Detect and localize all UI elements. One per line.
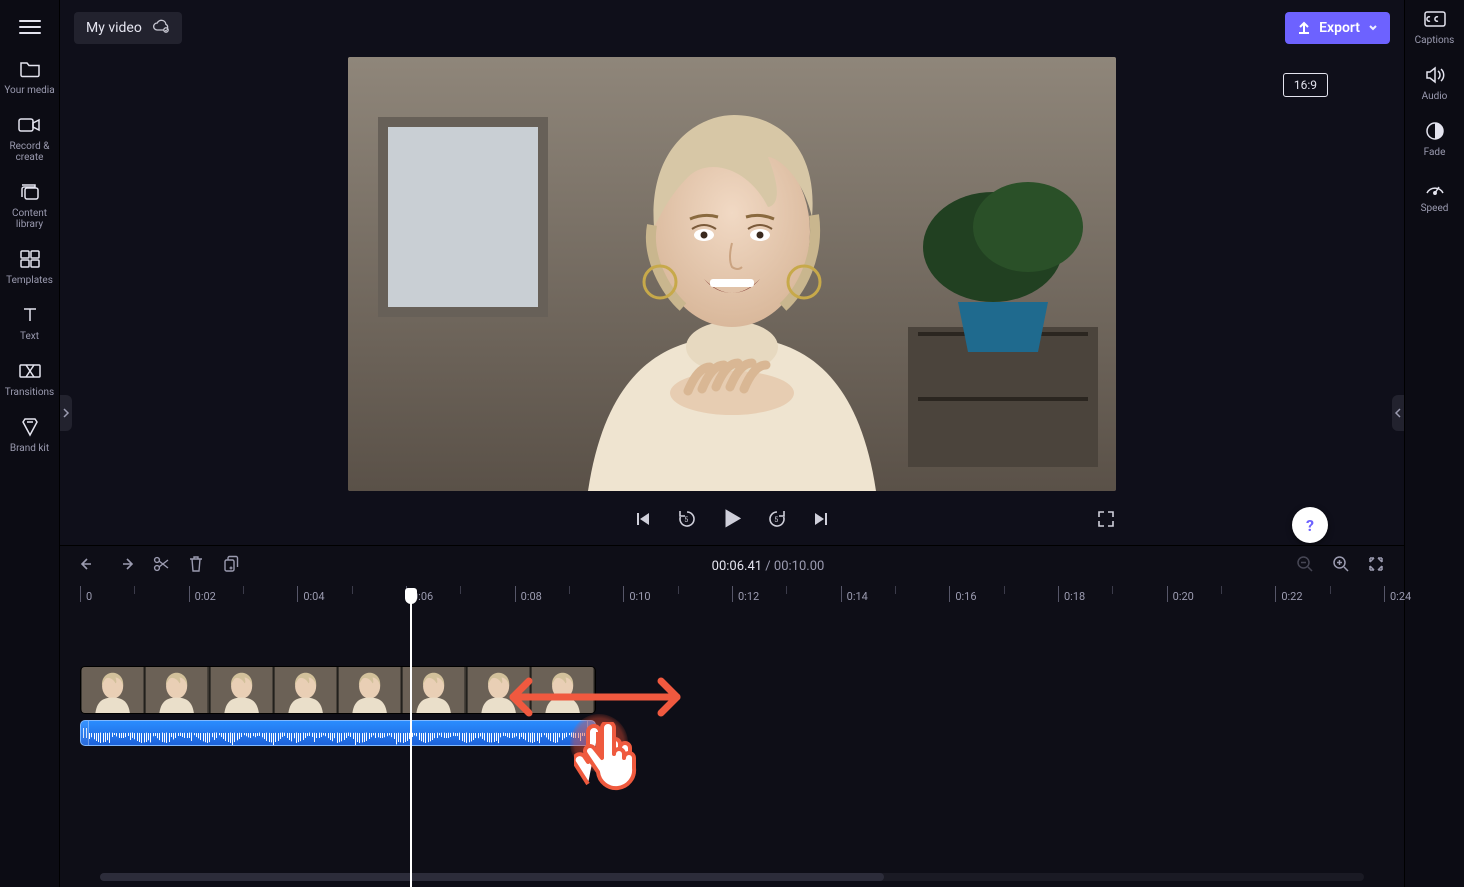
camcorder-icon — [17, 114, 43, 136]
skip-start-icon[interactable] — [632, 509, 652, 533]
duplicate-clip-icon[interactable] — [222, 555, 240, 577]
sidebar-item-label: Transitions — [5, 387, 54, 398]
timecode-display: 00:06.41 / 00:10.00 — [258, 559, 1278, 574]
timeline-h-scrollbar[interactable] — [100, 873, 1364, 881]
sidebar-item-label: Text — [20, 331, 39, 342]
top-bar: My video Export — [60, 0, 1404, 55]
library-icon — [17, 181, 43, 203]
transitions-icon — [17, 360, 43, 382]
text-icon — [17, 304, 43, 326]
sidebar-item-fade[interactable]: Fade — [1405, 120, 1464, 158]
project-title: My video — [86, 20, 142, 36]
folder-icon — [17, 58, 43, 80]
sidebar-item-label: Templates — [6, 275, 53, 286]
redo-icon[interactable] — [116, 556, 134, 576]
speaker-icon — [1422, 64, 1448, 86]
audio-clip[interactable]: (Audio) My video (8) — [80, 720, 596, 746]
timecode-total: 00:10.00 — [774, 559, 824, 574]
speedometer-icon — [1422, 176, 1448, 198]
export-button[interactable]: Export — [1285, 12, 1390, 44]
sidebar-item-label: Brand kit — [10, 443, 49, 454]
audio-waveform — [81, 721, 595, 745]
help-label: ? — [1306, 516, 1314, 535]
sidebar-item-brand-kit[interactable]: Brand kit — [0, 416, 59, 454]
play-icon[interactable] — [719, 505, 745, 536]
project-title-chip[interactable]: My video — [74, 12, 182, 44]
playback-controls: 5 5 — [348, 503, 1116, 539]
audio-clip-trim-end[interactable] — [587, 721, 595, 745]
sidebar-item-record-create[interactable]: Record & create — [0, 114, 59, 163]
fade-icon — [1422, 120, 1448, 142]
forward-5-icon[interactable]: 5 — [766, 508, 788, 534]
timecode-sep: / — [762, 559, 774, 574]
sidebar-item-text[interactable]: Text — [0, 304, 59, 342]
upload-icon — [1297, 21, 1311, 35]
split-scissors-icon[interactable] — [152, 555, 170, 577]
svg-text:5: 5 — [684, 516, 688, 524]
preview-stage-wrap: 16:9 — [60, 55, 1404, 545]
sidebar-item-content-library[interactable]: Content library — [0, 181, 59, 230]
captions-icon — [1422, 8, 1448, 30]
zoom-out-icon[interactable] — [1296, 555, 1314, 577]
sidebar-item-your-media[interactable]: Your media — [0, 58, 59, 96]
rewind-5-icon[interactable]: 5 — [676, 508, 698, 534]
sidebar-item-captions[interactable]: Captions — [1405, 8, 1464, 46]
brand-kit-icon — [17, 416, 43, 438]
undo-icon[interactable] — [80, 556, 98, 576]
templates-icon — [17, 248, 43, 270]
timeline-panel: 00:06.41 / 00:10.00 00:020:040:060:080:1… — [60, 545, 1404, 887]
export-label: Export — [1319, 20, 1360, 36]
timeline-ruler[interactable]: 00:020:040:060:080:100:120:140:160:180:2… — [80, 586, 1384, 614]
video-preview[interactable] — [348, 57, 1116, 491]
sidebar-item-label: Captions — [1415, 35, 1455, 46]
video-clip[interactable] — [80, 666, 596, 714]
left-sidebar: Your media Record & create Content libra… — [0, 0, 60, 887]
sidebar-item-label: Fade — [1424, 147, 1446, 158]
zoom-fit-icon[interactable] — [1368, 556, 1384, 576]
main-column: My video Export 16:9 — [60, 0, 1404, 887]
sidebar-item-transitions[interactable]: Transitions — [0, 360, 59, 398]
aspect-ratio-label: 16:9 — [1294, 78, 1317, 92]
cloud-sync-icon — [152, 19, 170, 37]
menu-hamburger-icon[interactable] — [19, 16, 41, 38]
sidebar-item-label: Your media — [4, 85, 54, 96]
sidebar-item-audio[interactable]: Audio — [1405, 64, 1464, 102]
fullscreen-icon[interactable] — [1096, 509, 1116, 533]
timecode-current: 00:06.41 — [712, 559, 762, 574]
sidebar-item-speed[interactable]: Speed — [1405, 176, 1464, 214]
timeline-tracks[interactable]: (Audio) My video (8) — [80, 642, 1384, 887]
right-sidebar: Captions Audio Fade Speed — [1404, 0, 1464, 887]
help-fab-button[interactable]: ? — [1292, 507, 1328, 543]
skip-end-icon[interactable] — [812, 509, 832, 533]
sidebar-item-label: Content library — [0, 208, 59, 230]
sidebar-item-label: Record & create — [0, 141, 59, 163]
timeline-toolbar: 00:06.41 / 00:10.00 — [60, 546, 1404, 586]
chevron-down-icon — [1368, 23, 1378, 33]
sidebar-item-templates[interactable]: Templates — [0, 248, 59, 286]
sidebar-item-label: Audio — [1422, 91, 1448, 102]
expand-right-panel-handle[interactable] — [1392, 395, 1404, 431]
delete-trash-icon[interactable] — [188, 555, 204, 577]
zoom-in-icon[interactable] — [1332, 555, 1350, 577]
aspect-ratio-button[interactable]: 16:9 — [1283, 73, 1328, 97]
svg-text:5: 5 — [774, 516, 778, 524]
sidebar-item-label: Speed — [1421, 203, 1449, 214]
